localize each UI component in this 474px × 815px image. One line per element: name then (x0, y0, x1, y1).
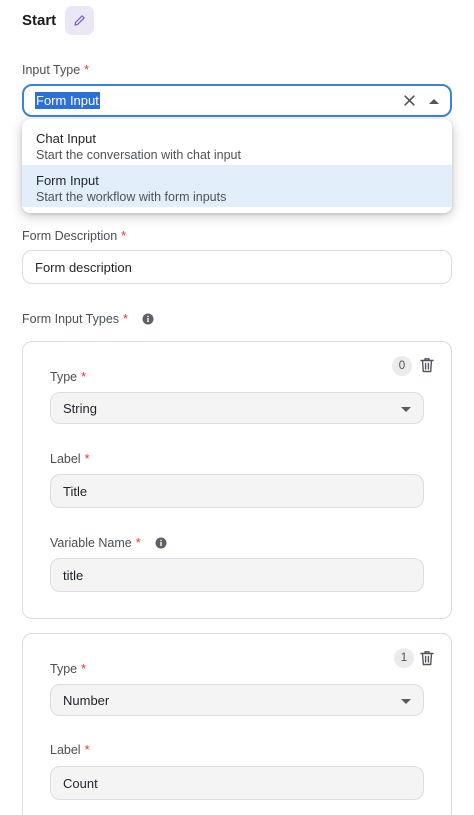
form-input-card: 1 Type * Number Label * Count (22, 633, 452, 815)
edit-button[interactable] (65, 5, 95, 35)
form-description-label-text: Form Description (22, 229, 118, 243)
required-mark: * (121, 229, 127, 243)
required-mark: * (84, 452, 90, 466)
required-mark: * (84, 743, 90, 757)
option-label: Form Input (36, 173, 99, 188)
label-label: Label * (50, 452, 89, 466)
required-mark: * (81, 370, 86, 384)
option-label: Chat Input (36, 131, 96, 146)
type-label: Type * (50, 662, 86, 676)
trash-icon[interactable] (420, 357, 434, 373)
input-type-dropdown: Chat Input Start the conversation with c… (22, 119, 452, 213)
label-label: Label * (50, 743, 89, 757)
trash-icon[interactable] (420, 650, 434, 666)
type-label: Type * (50, 370, 86, 384)
page-title: Start (22, 11, 57, 29)
variable-name-label: Variable Name * (50, 536, 167, 550)
type-label-text: Type (50, 370, 78, 384)
chevron-down-icon (401, 407, 411, 412)
info-icon[interactable] (142, 313, 154, 325)
form-description-input[interactable]: Form description (22, 250, 452, 284)
label-input-value: Count (63, 775, 98, 791)
label-input-value: Title (63, 483, 88, 499)
required-mark: * (81, 662, 86, 676)
form-input-types-label-text: Form Input Types (22, 312, 120, 326)
form-input-types-label: Form Input Types * (22, 312, 154, 326)
required-mark: * (123, 312, 128, 326)
form-description-value: Form description (35, 259, 132, 275)
form-description-label: Form Description * (22, 229, 126, 243)
option-form-input[interactable]: Form Input Start the workflow with form … (22, 165, 452, 207)
chevron-down-icon (401, 699, 411, 704)
item-index-badge: 1 (394, 648, 414, 668)
input-type-selected-value: Form Input (35, 92, 100, 109)
item-index-badge: 0 (392, 356, 412, 376)
label-label-text: Label (50, 452, 81, 466)
required-mark: * (84, 63, 90, 77)
variable-name-label-text: Variable Name (50, 536, 132, 550)
type-select[interactable]: Number (50, 684, 424, 716)
variable-name-value: title (63, 567, 84, 583)
input-type-label-text: Input Type (22, 63, 81, 77)
page-header: Start (22, 5, 95, 35)
option-description: Start the workflow with form inputs (36, 190, 227, 204)
option-chat-input[interactable]: Chat Input Start the conversation with c… (22, 123, 452, 164)
input-type-select[interactable]: Form Input (22, 84, 452, 117)
info-icon[interactable] (155, 537, 167, 549)
type-label-text: Type (50, 662, 78, 676)
label-label-text: Label (50, 743, 81, 757)
pencil-icon (74, 14, 85, 26)
chevron-up-icon[interactable] (429, 98, 439, 104)
form-input-card: 0 Type * String Label * Title Variable N… (22, 341, 452, 619)
close-icon[interactable] (403, 94, 416, 107)
variable-name-input[interactable]: title (50, 558, 424, 592)
input-type-label: Input Type * (22, 63, 89, 77)
option-description: Start the conversation with chat input (36, 148, 241, 162)
type-select[interactable]: String (50, 392, 424, 424)
required-mark: * (135, 536, 141, 550)
label-input[interactable]: Title (50, 474, 424, 508)
label-input[interactable]: Count (50, 766, 424, 800)
type-select-value: String (63, 400, 97, 416)
type-select-value: Number (63, 692, 110, 708)
